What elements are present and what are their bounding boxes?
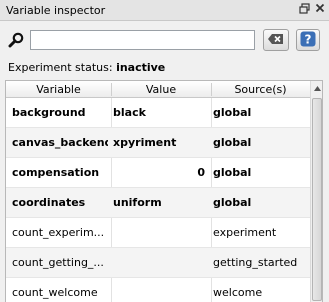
cell-variable: background — [12, 106, 86, 119]
cell-value: black — [113, 106, 146, 119]
table-row[interactable]: coordinates uniform global — [6, 188, 310, 218]
clear-button[interactable] — [263, 29, 289, 51]
column-header-source[interactable]: Source(s) — [211, 83, 310, 96]
close-icon[interactable] — [313, 3, 326, 16]
cell-source: global — [213, 196, 252, 209]
cell-value — [113, 248, 205, 277]
cell-variable: compensation — [12, 166, 100, 179]
restore-icon[interactable] — [298, 3, 311, 16]
table-row[interactable]: background black global — [6, 98, 310, 128]
status-label: Experiment status: — [8, 61, 113, 74]
scroll-up-arrow-icon[interactable] — [311, 81, 322, 95]
cell-value — [113, 218, 205, 247]
cell-source: global — [213, 106, 252, 119]
cell-value — [113, 278, 205, 302]
column-header-value[interactable]: Value — [111, 83, 211, 96]
table-row[interactable]: canvas_backend xpyriment global — [6, 128, 310, 158]
scrollbar-thumb[interactable] — [312, 98, 322, 301]
column-header-variable[interactable]: Variable — [6, 83, 111, 96]
svg-text:?: ? — [305, 32, 312, 46]
variable-table: Variable Value Source(s) background blac… — [5, 80, 323, 302]
cell-variable: count_welcome — [12, 286, 98, 299]
cell-source: getting_started — [213, 256, 298, 269]
table-header: Variable Value Source(s) — [6, 81, 310, 98]
cell-source: global — [213, 166, 252, 179]
cell-value: 0 — [197, 166, 205, 179]
table-row[interactable]: compensation 0 global — [6, 158, 310, 188]
search-input[interactable] — [30, 30, 255, 50]
title-bar: Variable inspector — [0, 0, 329, 21]
table-row[interactable]: count_getting_... getting_started — [6, 248, 310, 278]
table-row[interactable]: count_experim... experiment — [6, 218, 310, 248]
cell-variable: canvas_backend — [12, 136, 108, 149]
magnifier-icon — [8, 32, 24, 48]
help-icon: ? — [300, 31, 316, 50]
clear-icon — [267, 33, 285, 48]
cell-source: global — [213, 136, 252, 149]
table-row[interactable]: count_welcome welcome — [6, 278, 310, 302]
window-title: Variable inspector — [6, 4, 106, 17]
help-button[interactable]: ? — [296, 29, 320, 51]
cell-value: xpyriment — [113, 136, 177, 149]
cell-source: experiment — [213, 226, 277, 239]
status-value: inactive — [116, 61, 166, 74]
vertical-scrollbar[interactable] — [310, 81, 322, 302]
cell-variable: count_getting_... — [12, 256, 104, 269]
cell-source: welcome — [213, 286, 263, 299]
cell-value: uniform — [113, 196, 162, 209]
cell-variable: count_experim... — [12, 226, 105, 239]
experiment-status: Experiment status: inactive — [8, 61, 165, 74]
cell-variable: coordinates — [12, 196, 86, 209]
